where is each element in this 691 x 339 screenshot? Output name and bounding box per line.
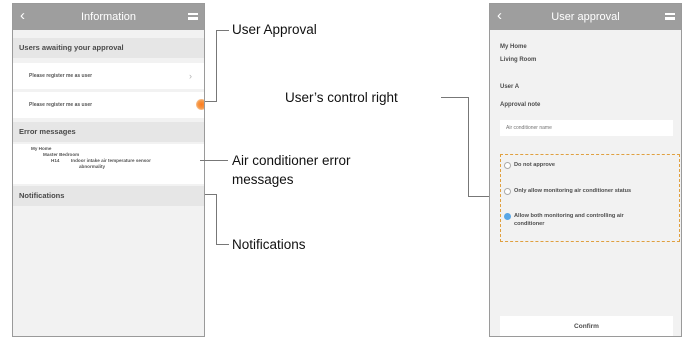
radio-monitoring-and-control[interactable] bbox=[504, 213, 511, 220]
annotation-line bbox=[216, 30, 217, 101]
option-do-not-approve[interactable]: Do not approve bbox=[514, 162, 555, 169]
user-approval-title-bar: ‹ User approval bbox=[490, 4, 681, 30]
annotation-line bbox=[441, 97, 468, 98]
annotation-line bbox=[205, 101, 217, 102]
annotation-control-right: User’s control right bbox=[285, 90, 398, 105]
annotation-line bbox=[216, 194, 217, 244]
error-message-item[interactable]: My Home Master Bedroom H14 Indoor intake… bbox=[13, 144, 204, 184]
section-header-approval: Users awaiting your approval bbox=[13, 38, 204, 58]
approval-request-text: Please register me as user bbox=[29, 73, 93, 79]
chevron-right-icon: › bbox=[189, 71, 192, 81]
error-code: H14 bbox=[51, 158, 60, 163]
annotation-error-messages-line1: Air conditioner error bbox=[232, 153, 351, 168]
approval-request-item[interactable]: Please register me as user › bbox=[13, 63, 204, 89]
menu-icon[interactable] bbox=[188, 13, 198, 20]
option-monitoring-and-control-line2[interactable]: conditioner bbox=[514, 221, 544, 228]
error-message-line2: abnormality bbox=[79, 164, 106, 169]
information-title-bar: ‹ Information bbox=[13, 4, 204, 30]
annotation-notifications: Notifications bbox=[232, 237, 306, 252]
annotation-line bbox=[216, 244, 229, 245]
page-title: User approval bbox=[551, 11, 620, 23]
approval-note-label: Approval note bbox=[500, 102, 541, 108]
section-header-notifications[interactable]: Notifications bbox=[13, 186, 204, 206]
approval-note-input[interactable] bbox=[500, 120, 673, 136]
annotation-line bbox=[200, 160, 228, 161]
section-header-errors: Error messages bbox=[13, 122, 204, 142]
option-monitoring-only[interactable]: Only allow monitoring air conditioner st… bbox=[514, 188, 631, 195]
annotation-user-approval: User Approval bbox=[232, 22, 317, 37]
information-screen: ‹ Information Users awaiting your approv… bbox=[12, 3, 205, 337]
highlight-tap-icon bbox=[196, 99, 204, 110]
menu-icon[interactable] bbox=[665, 13, 675, 20]
user-name: User A bbox=[500, 84, 520, 90]
approval-request-text: Please register me as user bbox=[29, 102, 93, 108]
page-title: Information bbox=[80, 11, 137, 23]
radio-do-not-approve[interactable] bbox=[504, 162, 511, 169]
annotation-line bbox=[216, 30, 229, 31]
radio-monitoring-only[interactable] bbox=[504, 188, 511, 195]
option-monitoring-and-control-line1[interactable]: Allow both monitoring and controlling ai… bbox=[514, 213, 624, 220]
annotation-error-messages-line2: messages bbox=[232, 172, 294, 187]
home-name: My Home bbox=[500, 44, 527, 50]
confirm-button[interactable]: Confirm bbox=[500, 316, 673, 336]
annotation-line bbox=[468, 97, 469, 196]
user-approval-screen: ‹ User approval My Home Living Room User… bbox=[489, 3, 682, 337]
approval-request-item[interactable]: Please register me as user bbox=[13, 92, 204, 118]
room-name: Living Room bbox=[500, 57, 537, 63]
annotation-line bbox=[205, 194, 217, 195]
